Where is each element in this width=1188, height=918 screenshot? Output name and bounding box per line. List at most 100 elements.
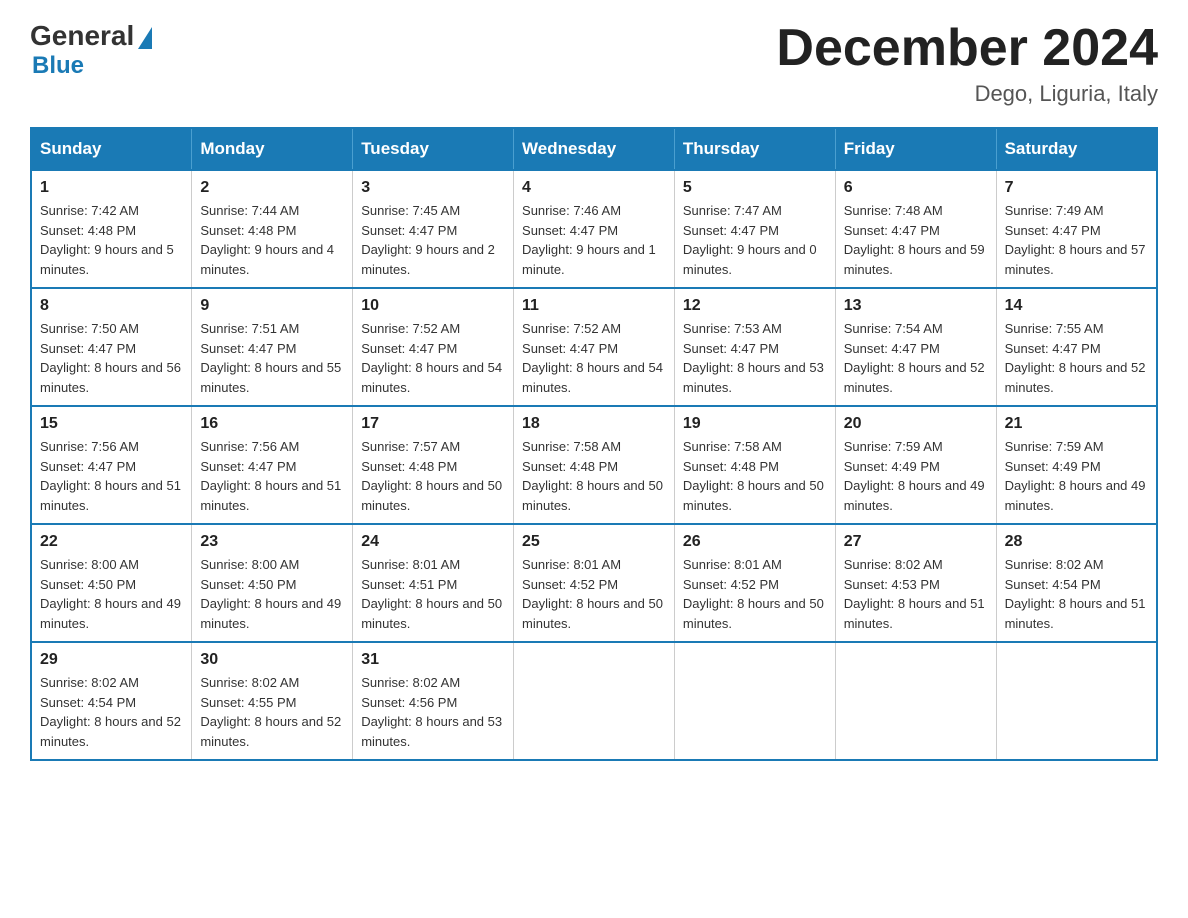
day-number: 31 [361, 651, 505, 669]
day-info: Sunrise: 8:02 AMSunset: 4:54 PMDaylight:… [1005, 555, 1148, 633]
day-info: Sunrise: 7:56 AMSunset: 4:47 PMDaylight:… [200, 437, 344, 515]
calendar-cell: 8 Sunrise: 7:50 AMSunset: 4:47 PMDaylight… [31, 288, 192, 406]
day-number: 23 [200, 533, 344, 551]
day-info: Sunrise: 8:02 AMSunset: 4:54 PMDaylight:… [40, 673, 183, 751]
calendar-weekday-saturday: Saturday [996, 128, 1157, 170]
day-number: 20 [844, 415, 988, 433]
title-block: December 2024 Dego, Liguria, Italy [776, 20, 1158, 107]
calendar-cell: 6Sunrise: 7:48 AMSunset: 4:47 PMDaylight… [835, 170, 996, 288]
calendar-cell: 4 Sunrise: 7:46 AMSunset: 4:47 PMDaylight… [514, 170, 675, 288]
calendar-cell: 19Sunrise: 7:58 AMSunset: 4:48 PMDayligh… [674, 406, 835, 524]
day-number: 19 [683, 415, 827, 433]
day-info: Sunrise: 8:02 AMSunset: 4:56 PMDaylight:… [361, 673, 505, 751]
calendar-weekday-sunday: Sunday [31, 128, 192, 170]
day-info: Sunrise: 7:53 AMSunset: 4:47 PMDaylight:… [683, 319, 827, 397]
day-info: Sunrise: 7:51 AMSunset: 4:47 PMDaylight:… [200, 319, 344, 397]
day-info: Sunrise: 7:56 AMSunset: 4:47 PMDaylight:… [40, 437, 183, 515]
day-number: 22 [40, 533, 183, 551]
day-number: 13 [844, 297, 988, 315]
calendar-cell: 31 Sunrise: 8:02 AMSunset: 4:56 PMDayligh… [353, 642, 514, 760]
day-number: 11 [522, 297, 666, 315]
day-number: 7 [1005, 179, 1148, 197]
calendar-cell: 12 Sunrise: 7:53 AMSunset: 4:47 PMDayligh… [674, 288, 835, 406]
calendar-cell: 16 Sunrise: 7:56 AMSunset: 4:47 PMDayligh… [192, 406, 353, 524]
calendar-cell [996, 642, 1157, 760]
calendar-cell [835, 642, 996, 760]
day-info: Sunrise: 7:55 AMSunset: 4:47 PMDaylight:… [1005, 319, 1148, 397]
calendar-week-row: 1Sunrise: 7:42 AMSunset: 4:48 PMDaylight… [31, 170, 1157, 288]
day-number: 26 [683, 533, 827, 551]
calendar-cell: 30 Sunrise: 8:02 AMSunset: 4:55 PMDayligh… [192, 642, 353, 760]
day-number: 24 [361, 533, 505, 551]
day-number: 9 [200, 297, 344, 315]
calendar-cell: 27 Sunrise: 8:02 AMSunset: 4:53 PMDayligh… [835, 524, 996, 642]
calendar-weekday-monday: Monday [192, 128, 353, 170]
calendar-week-row: 29 Sunrise: 8:02 AMSunset: 4:54 PMDayligh… [31, 642, 1157, 760]
day-info: Sunrise: 7:49 AMSunset: 4:47 PMDaylight:… [1005, 201, 1148, 279]
calendar-cell: 1Sunrise: 7:42 AMSunset: 4:48 PMDaylight… [31, 170, 192, 288]
calendar-cell: 17 Sunrise: 7:57 AMSunset: 4:48 PMDayligh… [353, 406, 514, 524]
day-info: Sunrise: 7:58 AMSunset: 4:48 PMDaylight:… [522, 437, 666, 515]
calendar-table: SundayMondayTuesdayWednesdayThursdayFrid… [30, 127, 1158, 761]
location-subtitle: Dego, Liguria, Italy [776, 81, 1158, 107]
day-number: 5 [683, 179, 827, 197]
calendar-cell: 22 Sunrise: 8:00 AMSunset: 4:50 PMDayligh… [31, 524, 192, 642]
calendar-cell: 2 Sunrise: 7:44 AMSunset: 4:48 PMDaylight… [192, 170, 353, 288]
calendar-cell: 28Sunrise: 8:02 AMSunset: 4:54 PMDayligh… [996, 524, 1157, 642]
calendar-cell [514, 642, 675, 760]
day-number: 12 [683, 297, 827, 315]
day-info: Sunrise: 7:54 AMSunset: 4:47 PMDaylight:… [844, 319, 988, 397]
day-info: Sunrise: 8:00 AMSunset: 4:50 PMDaylight:… [40, 555, 183, 633]
day-info: Sunrise: 7:47 AMSunset: 4:47 PMDaylight:… [683, 201, 827, 279]
calendar-week-row: 15 Sunrise: 7:56 AMSunset: 4:47 PMDayligh… [31, 406, 1157, 524]
day-number: 27 [844, 533, 988, 551]
day-number: 30 [200, 651, 344, 669]
day-info: Sunrise: 7:46 AMSunset: 4:47 PMDaylight:… [522, 201, 666, 279]
calendar-cell [674, 642, 835, 760]
calendar-body: 1Sunrise: 7:42 AMSunset: 4:48 PMDaylight… [31, 170, 1157, 760]
day-number: 29 [40, 651, 183, 669]
day-info: Sunrise: 7:44 AMSunset: 4:48 PMDaylight:… [200, 201, 344, 279]
day-number: 16 [200, 415, 344, 433]
calendar-cell: 7 Sunrise: 7:49 AMSunset: 4:47 PMDaylight… [996, 170, 1157, 288]
calendar-week-row: 8 Sunrise: 7:50 AMSunset: 4:47 PMDaylight… [31, 288, 1157, 406]
day-info: Sunrise: 7:57 AMSunset: 4:48 PMDaylight:… [361, 437, 505, 515]
calendar-cell: 26Sunrise: 8:01 AMSunset: 4:52 PMDayligh… [674, 524, 835, 642]
calendar-cell: 13 Sunrise: 7:54 AMSunset: 4:47 PMDayligh… [835, 288, 996, 406]
logo-general-text: General [30, 20, 134, 52]
calendar-cell: 11Sunrise: 7:52 AMSunset: 4:47 PMDayligh… [514, 288, 675, 406]
calendar-header: SundayMondayTuesdayWednesdayThursdayFrid… [31, 128, 1157, 170]
calendar-cell: 21 Sunrise: 7:59 AMSunset: 4:49 PMDayligh… [996, 406, 1157, 524]
day-number: 14 [1005, 297, 1148, 315]
calendar-weekday-wednesday: Wednesday [514, 128, 675, 170]
logo-blue-text: Blue [32, 52, 84, 80]
day-number: 18 [522, 415, 666, 433]
day-info: Sunrise: 8:01 AMSunset: 4:51 PMDaylight:… [361, 555, 505, 633]
day-info: Sunrise: 7:59 AMSunset: 4:49 PMDaylight:… [1005, 437, 1148, 515]
day-info: Sunrise: 7:48 AMSunset: 4:47 PMDaylight:… [844, 201, 988, 279]
calendar-header-row: SundayMondayTuesdayWednesdayThursdayFrid… [31, 128, 1157, 170]
day-number: 2 [200, 179, 344, 197]
day-number: 10 [361, 297, 505, 315]
calendar-cell: 10Sunrise: 7:52 AMSunset: 4:47 PMDayligh… [353, 288, 514, 406]
calendar-week-row: 22 Sunrise: 8:00 AMSunset: 4:50 PMDayligh… [31, 524, 1157, 642]
calendar-cell: 29 Sunrise: 8:02 AMSunset: 4:54 PMDayligh… [31, 642, 192, 760]
day-info: Sunrise: 7:50 AMSunset: 4:47 PMDaylight:… [40, 319, 183, 397]
day-number: 3 [361, 179, 505, 197]
calendar-cell: 24 Sunrise: 8:01 AMSunset: 4:51 PMDayligh… [353, 524, 514, 642]
day-info: Sunrise: 8:02 AMSunset: 4:53 PMDaylight:… [844, 555, 988, 633]
logo-triangle-icon [138, 27, 152, 49]
calendar-cell: 18 Sunrise: 7:58 AMSunset: 4:48 PMDayligh… [514, 406, 675, 524]
page-header: General Blue December 2024 Dego, Liguria… [30, 20, 1158, 107]
day-info: Sunrise: 7:42 AMSunset: 4:48 PMDaylight:… [40, 201, 183, 279]
day-info: Sunrise: 8:02 AMSunset: 4:55 PMDaylight:… [200, 673, 344, 751]
day-number: 17 [361, 415, 505, 433]
calendar-cell: 23Sunrise: 8:00 AMSunset: 4:50 PMDayligh… [192, 524, 353, 642]
day-number: 25 [522, 533, 666, 551]
day-number: 21 [1005, 415, 1148, 433]
day-number: 4 [522, 179, 666, 197]
day-number: 8 [40, 297, 183, 315]
calendar-cell: 15 Sunrise: 7:56 AMSunset: 4:47 PMDayligh… [31, 406, 192, 524]
day-number: 15 [40, 415, 183, 433]
month-year-title: December 2024 [776, 20, 1158, 77]
